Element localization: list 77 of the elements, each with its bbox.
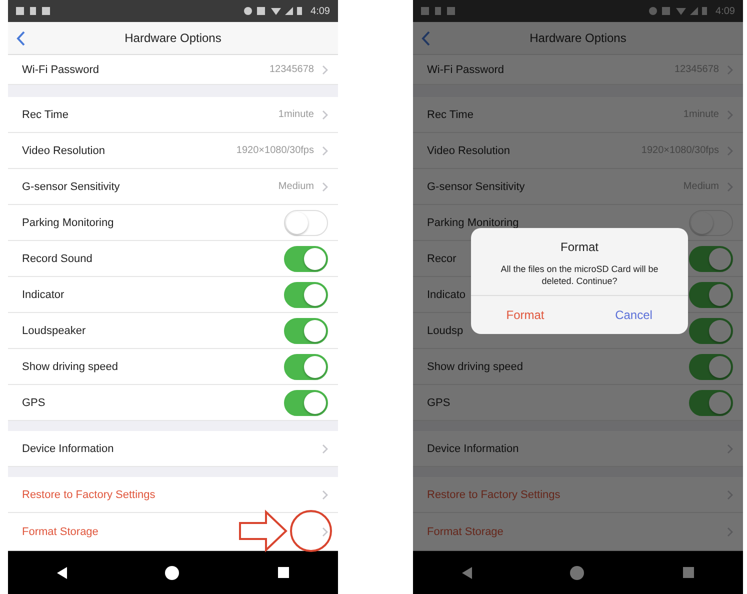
row-label: Recor [427,252,456,264]
toggle-switch[interactable] [689,246,733,272]
chevron-icon [727,182,733,192]
chevron-icon [727,146,733,156]
screen-title: Hardware Options [530,31,626,45]
row-label: Show driving speed [22,360,118,372]
toggle-switch[interactable] [689,390,733,416]
row-label: Device Information [427,442,519,454]
row-label: Indicator [22,288,64,300]
toggle-switch[interactable] [284,354,328,380]
settings-row[interactable]: Device Information [413,431,743,467]
toggle-switch[interactable] [689,318,733,344]
dialog-button[interactable]: Format [471,296,580,334]
chevron-icon [727,490,733,500]
settings-row[interactable]: Restore to Factory Settings [413,477,743,513]
signal-icons [242,6,303,16]
chevron-icon [322,110,328,120]
square-icon[interactable] [278,567,289,578]
row-label: Show driving speed [427,360,524,372]
chevron-icon [322,182,328,192]
dialog-title: Format [560,240,598,254]
row-label: GPS [22,396,46,408]
settings-row[interactable]: G-sensor Sensitivity Medium [8,169,338,205]
home-circle-icon[interactable] [165,566,180,580]
row-value: 12345678 [270,64,314,75]
row-value: Medium [278,181,314,192]
row-value: 1minute [278,109,314,120]
chevron-icon [727,526,733,536]
settings-row[interactable]: Device Information [8,431,338,467]
back-icon[interactable] [421,31,430,46]
back-icon[interactable] [16,31,25,46]
settings-row[interactable]: Rec Time 1minute [8,97,338,133]
toggle-switch[interactable] [689,354,733,380]
row-label: GPS [427,396,450,408]
row-label: Video Resolution [427,144,510,156]
chevron-icon [322,444,328,454]
toggle-switch[interactable] [689,282,733,308]
chevron-icon [322,64,328,74]
row-label: Record Sound [22,252,92,264]
back-triangle-icon[interactable] [57,566,68,578]
row-label: Parking Monitoring [427,216,519,228]
row-label: G-sensor Sensitivity [22,180,120,192]
row-label: Wi-Fi Password [22,64,100,76]
chevron-icon [322,490,328,500]
toggle-switch[interactable] [284,246,328,272]
row-label: Restore to Factory Settings [427,488,560,500]
row-label: Rec Time [22,108,68,120]
row-label: Format Storage [22,526,98,538]
row-label: Format Storage [427,526,504,538]
row-value: 1920×1080/30fps [236,145,314,156]
settings-row[interactable]: Wi-Fi Password 12345678 [8,55,338,85]
row-label: G-sensor Sensitivity [427,180,525,192]
toggle-switch[interactable] [284,282,328,308]
status-time: 4:09 [716,6,735,16]
row-label: Loudspeaker [22,324,86,336]
dialog-button[interactable]: Cancel [580,296,688,334]
dialog-message: All the files on the microSD Card will be deleted. Continue? [500,264,660,288]
row-label: Loudsp [427,324,464,336]
toggle-switch[interactable] [284,390,328,416]
row-label: Device Information [22,442,114,454]
row-label: Parking Monitoring [22,216,114,228]
chevron-icon [727,64,733,74]
chevron-icon [727,444,733,454]
signal-icons [648,6,708,16]
row-label: Indicato [427,288,466,300]
screen-title: Hardware Options [124,31,222,45]
settings-row[interactable]: Restore to Factory Settings [8,477,338,513]
chevron-icon [727,110,733,120]
chevron-icon [322,146,328,156]
toggle-switch[interactable] [284,318,328,344]
row-label: Rec Time [427,108,474,120]
status-time: 4:09 [310,6,330,16]
row-label: Video Resolution [22,144,105,156]
row-label: Wi-Fi Password [427,64,504,76]
chevron-icon [322,526,328,536]
row-label: Restore to Factory Settings [22,488,156,500]
settings-row[interactable]: Video Resolution 1920×1080/30fps [8,133,338,169]
